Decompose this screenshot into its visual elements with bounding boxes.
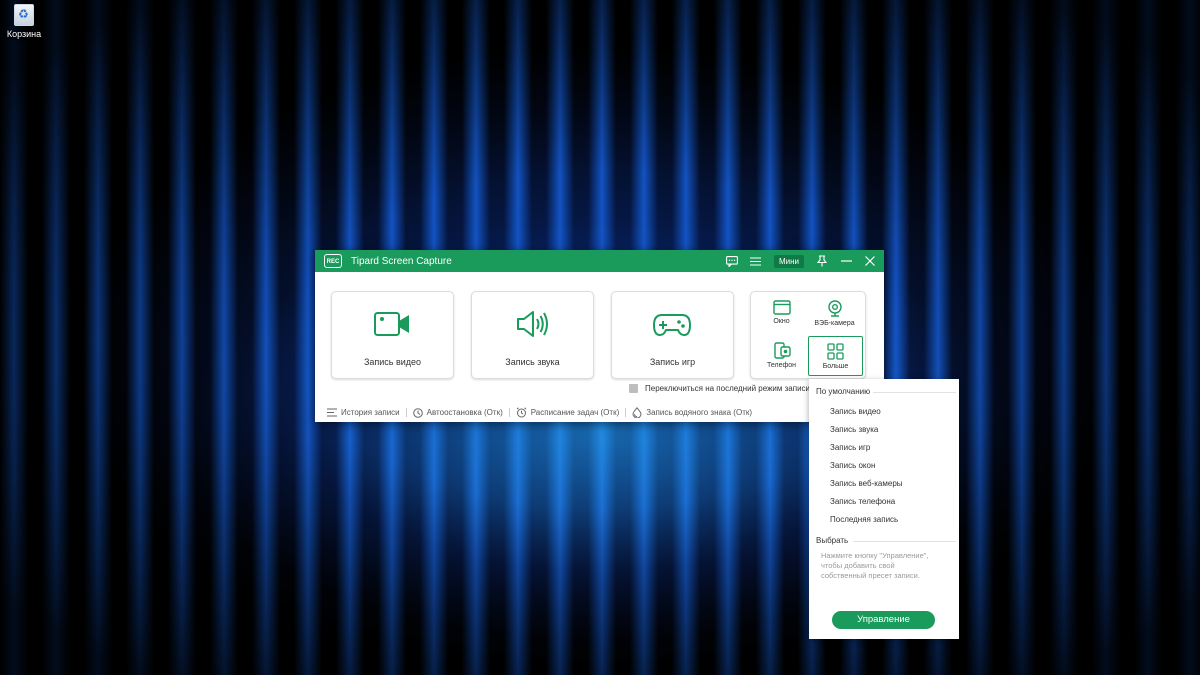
custom-presets-hint: Нажмите кнопку "Управление", чтобы добав… — [821, 551, 929, 580]
list-icon — [327, 408, 337, 417]
menu-icon[interactable] — [750, 255, 762, 267]
clock-icon — [412, 407, 423, 418]
recording-presets-dropdown: По умолчанию Запись видео Запись звука З… — [809, 379, 959, 639]
grid-icon — [827, 343, 844, 360]
preset-item[interactable]: Запись веб-камеры — [830, 479, 903, 488]
video-camera-icon — [374, 312, 409, 336]
game-recorder-card[interactable]: Запись игр — [611, 291, 734, 379]
preset-item[interactable]: Запись окон — [830, 461, 875, 470]
alarm-icon — [516, 407, 527, 418]
window-icon — [772, 300, 791, 315]
window-recorder-button[interactable]: Окно — [754, 294, 809, 334]
pin-icon[interactable] — [816, 255, 828, 267]
close-icon[interactable] — [864, 255, 876, 267]
preset-item[interactable]: Запись звука — [830, 425, 878, 434]
switch-last-mode-label: Переключиться на последний режим записи — [645, 384, 810, 393]
default-presets-header: По умолчанию — [816, 387, 871, 396]
more-label: Больше — [822, 363, 849, 370]
auto-stop-label: Автоостановка (Отк) — [426, 408, 503, 417]
preset-item[interactable]: Запись телефона — [830, 497, 895, 506]
app-window: REC Tipard Screen Capture Мини Запись ви… — [315, 250, 884, 422]
watermark-button[interactable]: Запись водяного знака (Отк) — [626, 407, 758, 418]
record-history-button[interactable]: История записи — [321, 408, 406, 417]
auto-stop-button[interactable]: Автоостановка (Отк) — [407, 407, 509, 418]
more-recorders-panel: Окно ВЭБ-камера Телефон Больше — [750, 291, 866, 379]
video-recorder-card[interactable]: Запись видео — [331, 291, 454, 379]
rec-logo-icon: REC — [324, 254, 342, 268]
preset-item[interactable]: Последняя запись — [830, 515, 898, 524]
speaker-icon — [517, 311, 548, 337]
mini-mode-button[interactable]: Мини — [773, 254, 804, 268]
header-divider — [873, 392, 956, 393]
record-history-label: История записи — [341, 408, 400, 417]
phone-recorder-label: Телефон — [766, 362, 797, 369]
app-title: Tipard Screen Capture — [351, 255, 452, 267]
task-schedule-button[interactable]: Расписание задач (Отк) — [510, 407, 626, 418]
title-bar: REC Tipard Screen Capture Мини — [315, 250, 884, 272]
manage-presets-button[interactable]: Управление — [832, 611, 935, 629]
webcam-icon — [827, 300, 842, 317]
bottom-toolbar: История записи Автоостановка (Отк) Распи… — [315, 403, 884, 422]
window-recorder-label: Окно — [773, 318, 790, 325]
switch-last-mode-row: Переключиться на последний режим записи — [629, 384, 810, 393]
task-schedule-label: Расписание задач (Отк) — [530, 408, 620, 417]
webcam-recorder-button[interactable]: ВЭБ-камера — [807, 294, 862, 334]
preset-item[interactable]: Запись игр — [830, 443, 870, 452]
game-recorder-label: Запись игр — [649, 357, 696, 367]
feedback-icon[interactable] — [726, 255, 738, 267]
audio-recorder-label: Запись звука — [505, 357, 560, 367]
video-recorder-label: Запись видео — [363, 357, 422, 367]
webcam-recorder-label: ВЭБ-камера — [814, 320, 855, 327]
recycle-bin-icon — [14, 4, 34, 26]
preset-item[interactable]: Запись видео — [830, 407, 881, 416]
recycle-bin-label: Корзина — [6, 29, 42, 39]
header-divider — [853, 541, 956, 542]
minimize-icon[interactable] — [840, 255, 852, 267]
switch-last-mode-checkbox[interactable] — [629, 384, 638, 393]
phone-icon — [773, 342, 791, 359]
phone-recorder-button[interactable]: Телефон — [754, 336, 809, 376]
drop-icon — [632, 407, 642, 418]
more-button[interactable]: Больше — [808, 336, 863, 376]
watermark-label: Запись водяного знака (Отк) — [646, 408, 753, 417]
gamepad-icon — [652, 314, 692, 337]
recycle-bin-shortcut[interactable]: Корзина — [6, 4, 42, 39]
audio-recorder-card[interactable]: Запись звука — [471, 291, 594, 379]
custom-presets-header: Выбрать — [816, 536, 849, 545]
